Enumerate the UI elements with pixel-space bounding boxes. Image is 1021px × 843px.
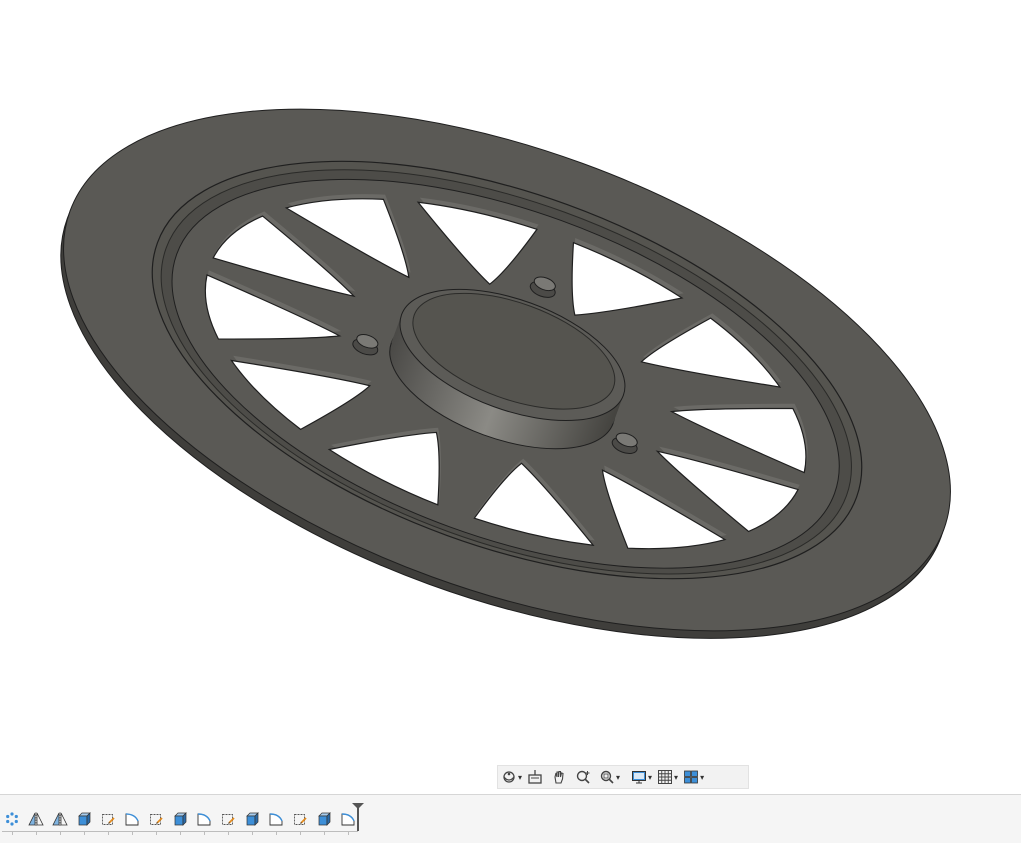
display-settings-icon	[632, 771, 647, 784]
timeline-feature-fillet[interactable]	[194, 809, 214, 829]
timeline-feature-sketch[interactable]	[218, 809, 238, 829]
timeline-feature-sketch[interactable]	[146, 809, 166, 829]
look-at-icon	[528, 770, 542, 784]
timeline-marker-icon[interactable]	[351, 803, 365, 831]
timeline-feature-sketch[interactable]	[290, 809, 310, 829]
sketch-icon	[222, 814, 235, 825]
timeline-feature-sketch[interactable]	[98, 809, 118, 829]
timeline-tick	[36, 831, 37, 835]
timeline-ruler	[2, 831, 358, 837]
timeline-feature-mirror[interactable]	[26, 809, 46, 829]
timeline-tick	[252, 831, 253, 835]
grid-button[interactable]: ▾	[657, 767, 681, 787]
fit-button[interactable]: ▾	[599, 767, 623, 787]
timeline-tick	[108, 831, 109, 835]
timeline-feature-mirror[interactable]	[50, 809, 70, 829]
fit-icon	[600, 770, 614, 784]
wheel-model[interactable]	[0, 0, 1021, 794]
timeline-feature-fillet[interactable]	[122, 809, 142, 829]
timeline-tick	[60, 831, 61, 835]
timeline-tick	[84, 831, 85, 835]
zoom-button[interactable]	[575, 767, 591, 787]
extrude-icon	[246, 812, 259, 826]
timeline-tick	[132, 831, 133, 835]
grid-icon	[658, 770, 673, 784]
orbit-button[interactable]: ▾	[501, 767, 525, 787]
timeline-feature-fillet[interactable]	[266, 809, 286, 829]
display-settings-button[interactable]: ▾	[631, 767, 655, 787]
timeline-tick	[348, 831, 349, 835]
timeline-feature-extrude[interactable]	[314, 809, 334, 829]
timeline-tick	[12, 831, 13, 835]
dropdown-caret-icon[interactable]: ▾	[648, 773, 652, 782]
pan-icon	[554, 770, 564, 784]
extrude-icon	[174, 812, 187, 826]
sketch-icon	[102, 814, 115, 825]
timeline-feature-extrude[interactable]	[242, 809, 262, 829]
timeline-tick	[300, 831, 301, 835]
timeline-tick	[180, 831, 181, 835]
mirror-icon	[28, 812, 44, 826]
fillet-icon	[269, 813, 283, 826]
dropdown-caret-icon[interactable]: ▾	[700, 773, 704, 782]
timeline-panel	[0, 794, 1021, 843]
dropdown-caret-icon[interactable]: ▾	[616, 773, 620, 782]
dropdown-caret-icon[interactable]: ▾	[518, 773, 522, 782]
timeline-tick	[324, 831, 325, 835]
sketch-icon	[294, 814, 307, 825]
extrude-icon	[318, 812, 331, 826]
navigation-toolbar: ▾ ▾ ▾ ▾ ▾	[497, 765, 749, 789]
timeline-tick	[228, 831, 229, 835]
sketch-icon	[150, 814, 163, 825]
timeline-feature-extrude[interactable]	[170, 809, 190, 829]
timeline-tick	[204, 831, 205, 835]
dropdown-caret-icon[interactable]: ▾	[674, 773, 678, 782]
fillet-icon	[197, 813, 211, 826]
zoom-icon	[576, 770, 590, 784]
timeline-feature-extrude[interactable]	[74, 809, 94, 829]
extrude-icon	[78, 812, 91, 826]
timeline-tick	[156, 831, 157, 835]
look-at-button[interactable]	[527, 767, 543, 787]
circular-pattern-icon	[6, 812, 18, 826]
fillet-icon	[125, 813, 139, 826]
mirror-icon	[52, 812, 68, 826]
pan-button[interactable]	[551, 767, 567, 787]
canvas-viewport[interactable]	[0, 0, 1021, 794]
viewports-button[interactable]: ▾	[683, 767, 707, 787]
timeline-feature-circular-pattern[interactable]	[2, 809, 22, 829]
timeline-tick	[276, 831, 277, 835]
orbit-icon	[503, 771, 515, 783]
viewports-icon	[684, 770, 698, 784]
timeline-features	[2, 809, 362, 829]
